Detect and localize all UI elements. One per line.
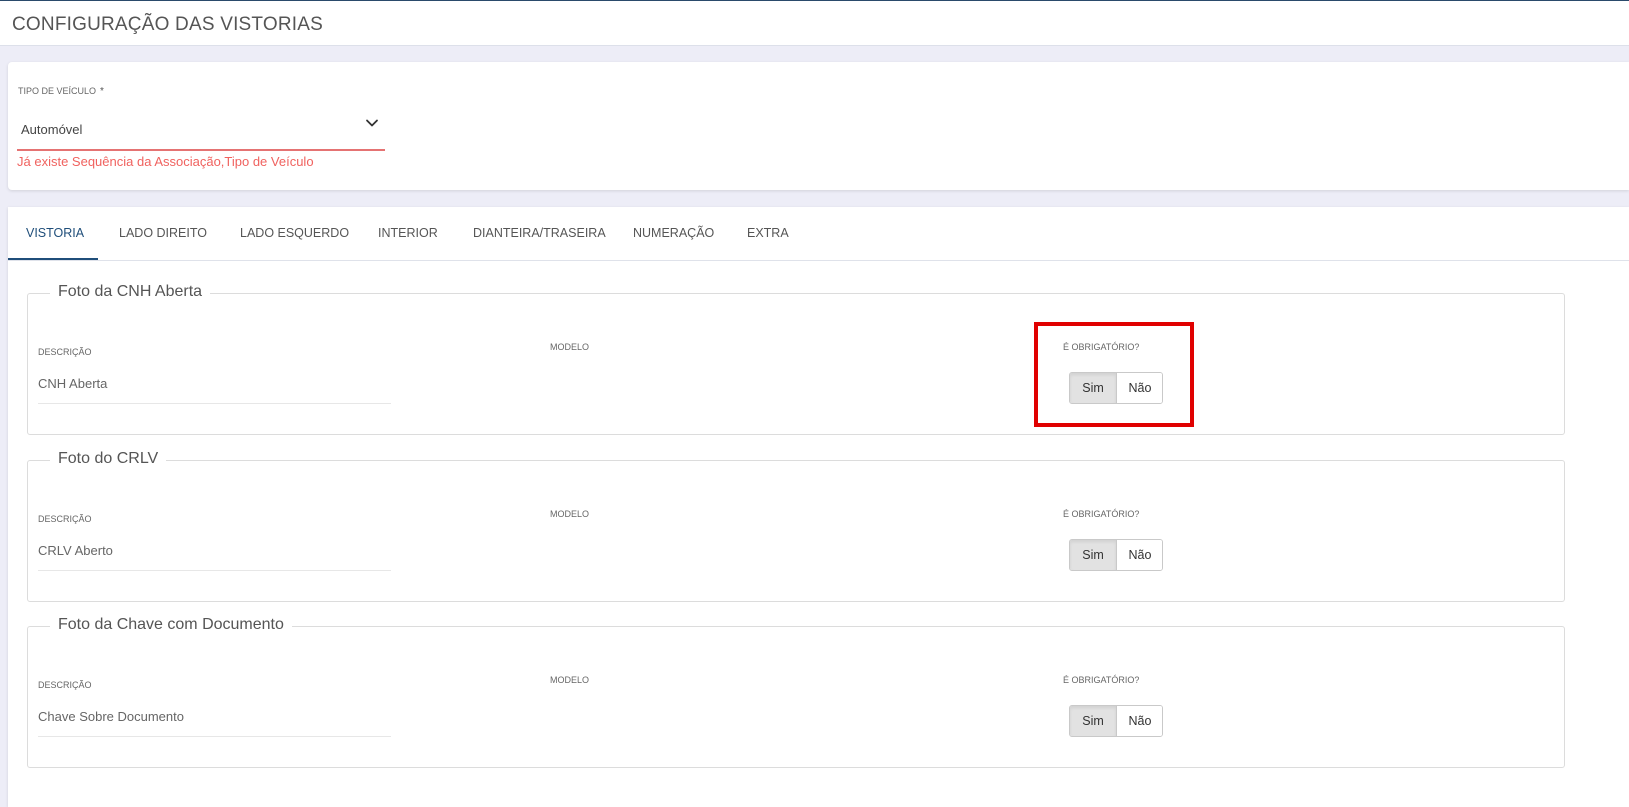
description-underline (38, 403, 391, 404)
required-label: É OBRIGATÓRIO? (1063, 509, 1140, 519)
required-toggle: Sim Não (1069, 372, 1163, 404)
section-crlv: Foto do CRLV DESCRIÇÃO CRLV Aberto MODEL… (27, 450, 1565, 602)
vehicle-type-error: Já existe Sequência da Associação,Tipo d… (17, 154, 314, 169)
description-underline (38, 570, 391, 571)
required-no-button[interactable]: Não (1117, 706, 1162, 736)
required-no-button[interactable]: Não (1117, 540, 1162, 570)
tab-extra[interactable]: EXTRA (747, 207, 789, 260)
required-toggle: Sim Não (1069, 539, 1163, 571)
required-label: É OBRIGATÓRIO? (1063, 342, 1140, 352)
vehicle-type-label: TIPO DE VEÍCULO * (18, 86, 104, 97)
description-underline (38, 736, 391, 737)
vehicle-type-label-text: TIPO DE VEÍCULO (18, 86, 97, 96)
tab-lado-direito[interactable]: LADO DIREITO (119, 207, 207, 260)
required-no-button[interactable]: Não (1117, 373, 1162, 403)
description-value: Chave Sobre Documento (38, 709, 184, 724)
section-cnh-aberta: Foto da CNH Aberta DESCRIÇÃO CNH Aberta … (27, 283, 1565, 435)
description-label: DESCRIÇÃO (38, 347, 92, 357)
vehicle-type-card: TIPO DE VEÍCULO * Automóvel Já existe Seq… (8, 62, 1629, 190)
description-value: CRLV Aberto (38, 543, 113, 558)
chevron-down-icon (366, 119, 378, 127)
section-title: Foto do CRLV (50, 450, 167, 468)
section-title: Foto da CNH Aberta (50, 283, 211, 301)
required-asterisk: * (100, 86, 104, 97)
tab-dianteira-traseira[interactable]: DIANTEIRA/TRASEIRA (473, 207, 606, 260)
page-title: CONFIGURAÇÃO DAS VISTORIAS (12, 14, 324, 35)
top-bar: CONFIGURAÇÃO DAS VISTORIAS (0, 0, 1629, 46)
tab-bar: VISTORIA LADO DIREITO LADO ESQUERDO INTE… (8, 207, 1629, 261)
tab-interior[interactable]: INTERIOR (378, 207, 438, 260)
vehicle-type-select[interactable]: Automóvel (17, 106, 385, 151)
description-label: DESCRIÇÃO (38, 680, 92, 690)
vehicle-type-value: Automóvel (21, 122, 83, 137)
section-title: Foto da Chave com Documento (50, 616, 292, 634)
description-value: CNH Aberta (38, 376, 108, 391)
inspection-config-card: VISTORIA LADO DIREITO LADO ESQUERDO INTE… (8, 207, 1629, 807)
model-label: MODELO (550, 509, 590, 519)
tab-lado-esquerdo[interactable]: LADO ESQUERDO (240, 207, 349, 260)
description-label: DESCRIÇÃO (38, 514, 92, 524)
required-label: É OBRIGATÓRIO? (1063, 675, 1140, 685)
required-yes-button[interactable]: Sim (1070, 373, 1117, 403)
model-label: MODELO (550, 342, 590, 352)
model-label: MODELO (550, 675, 590, 685)
section-chave-documento: Foto da Chave com Documento DESCRIÇÃO Ch… (27, 616, 1565, 768)
tab-numeracao[interactable]: NUMERAÇÃO (633, 207, 714, 260)
tab-vistoria[interactable]: VISTORIA (8, 207, 98, 260)
required-yes-button[interactable]: Sim (1070, 706, 1117, 736)
required-yes-button[interactable]: Sim (1070, 540, 1117, 570)
required-toggle: Sim Não (1069, 705, 1163, 737)
